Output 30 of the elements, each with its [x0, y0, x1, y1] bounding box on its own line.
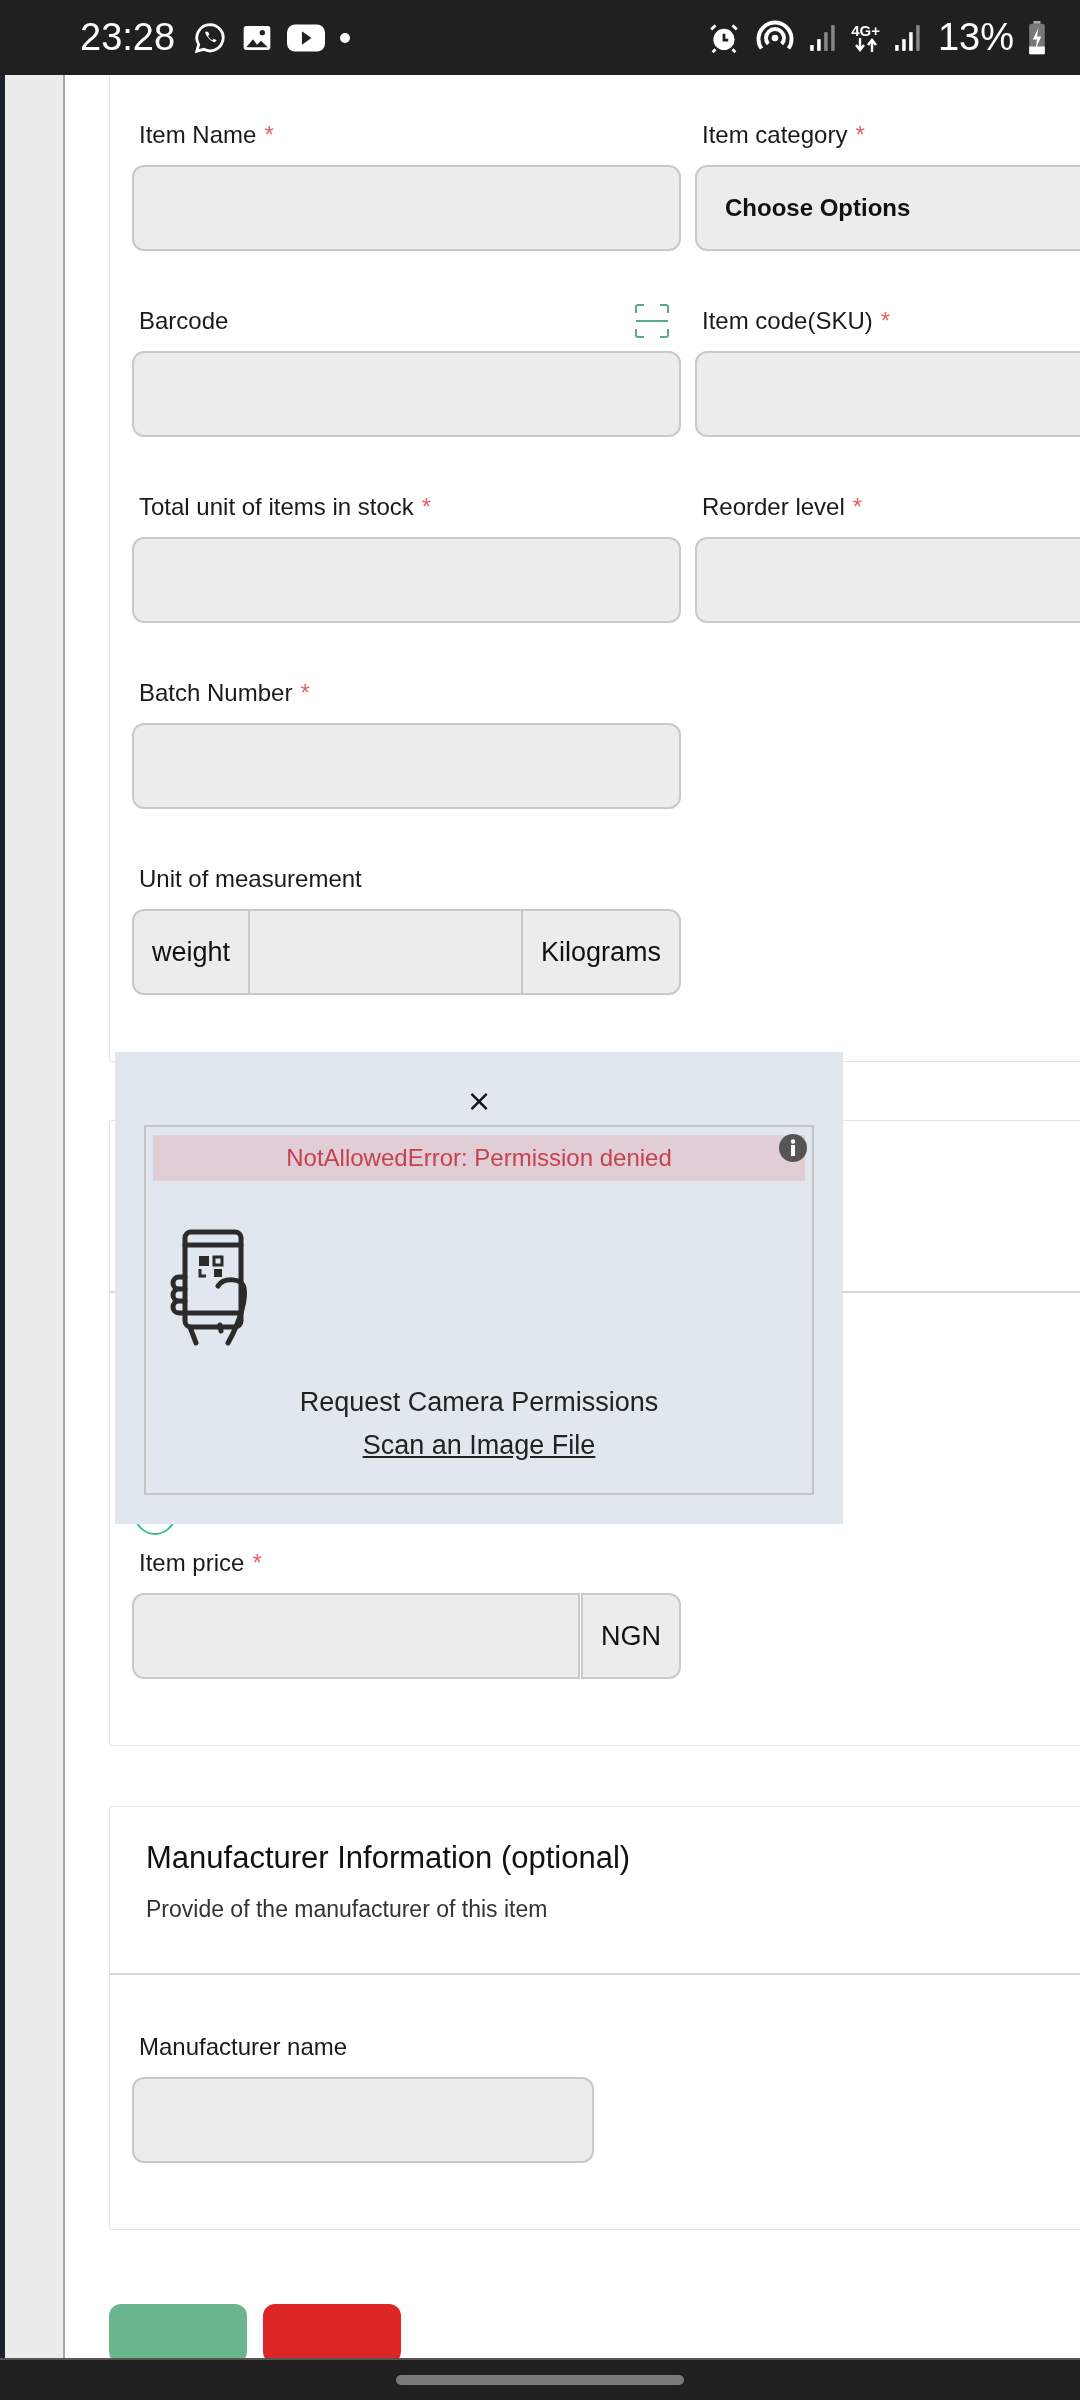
field-label: Item code(SKU)	[702, 307, 873, 335]
unit-type-addon: weight	[132, 909, 251, 995]
currency-addon: NGN	[581, 1593, 681, 1679]
field-label: Item category	[702, 121, 848, 149]
network-type: 4G+	[851, 23, 880, 38]
field-label: Manufacturer name	[139, 2033, 348, 2061]
field-label: Barcode	[139, 307, 229, 335]
required-asterisk: *	[880, 307, 891, 335]
required-asterisk: *	[252, 1549, 262, 1577]
battery-percent: 13%	[937, 16, 1014, 59]
scan-file-link[interactable]: Scan an Image File	[362, 1430, 596, 1461]
section-description: Provide of the manufacturer of this item	[146, 1896, 549, 1922]
error-message: NotAllowedError: Permission denied	[286, 1144, 672, 1172]
required-asterisk: *	[300, 679, 310, 707]
section-title: Manufacturer Information (optional)	[146, 1840, 632, 1876]
permission-request-text: Request Camera Permissions	[298, 1387, 660, 1418]
required-asterisk: *	[421, 493, 432, 521]
clock-time: 23:28	[80, 16, 176, 59]
required-asterisk: *	[264, 121, 274, 149]
field-label: Reorder level	[702, 493, 845, 521]
close-button[interactable]: ×	[462, 1086, 496, 1116]
field-label: Item price	[139, 1549, 245, 1577]
field-label: Batch Number	[139, 679, 293, 707]
field-label: Item Name	[139, 121, 257, 149]
field-label: Total unit of items in stock	[139, 493, 414, 521]
required-asterisk: *	[855, 121, 865, 149]
dropdown-field[interactable]: Choose Options	[695, 165, 1080, 251]
unit-addon: Kilograms	[520, 909, 681, 995]
required-asterisk: *	[852, 493, 863, 521]
field-label: Unit of measurement	[139, 865, 362, 893]
